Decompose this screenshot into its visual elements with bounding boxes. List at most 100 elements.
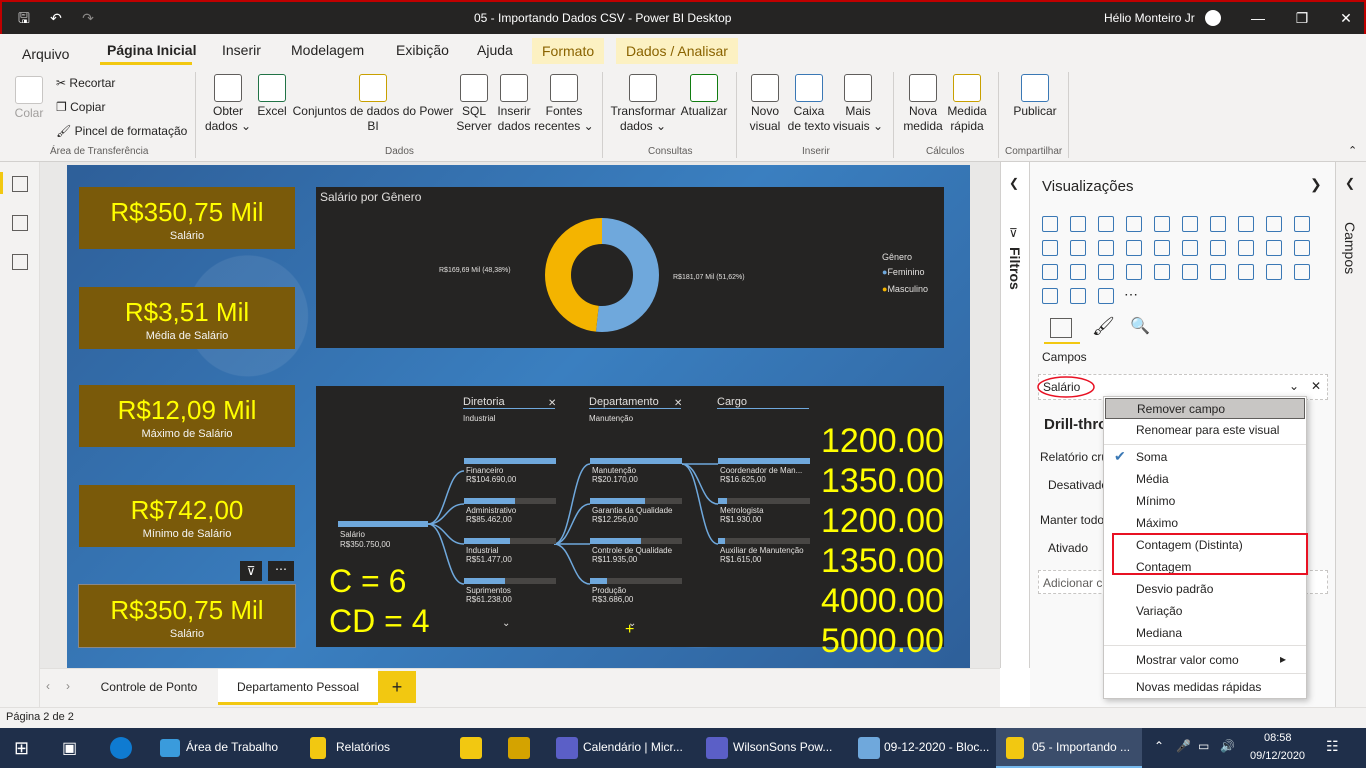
waterfall-icon[interactable] xyxy=(1098,240,1114,256)
legend-item-masculino[interactable]: ●Masculino xyxy=(882,284,928,294)
menu-item-quick-measures[interactable]: Novas medidas rápidas xyxy=(1136,680,1261,694)
file-explorer-icon[interactable] xyxy=(460,737,482,759)
line-icon[interactable] xyxy=(1210,216,1226,232)
new-visual-button[interactable]: Novo visual xyxy=(744,74,786,134)
more-options-icon[interactable]: ⋯ xyxy=(268,561,294,581)
line-clustered-icon[interactable] xyxy=(1042,240,1058,256)
menu-item-aggregation[interactable]: Soma xyxy=(1136,450,1167,464)
tree-node-name[interactable]: Manutenção xyxy=(592,466,636,475)
kpi-icon[interactable] xyxy=(1126,264,1142,280)
tree-node-name[interactable]: Coordenador de Man... xyxy=(720,466,802,475)
excel-button[interactable]: Excel xyxy=(256,74,288,119)
minimize-icon[interactable]: — xyxy=(1250,10,1266,26)
task-view-icon[interactable]: ▣ xyxy=(62,738,77,758)
tree-node-name[interactable]: Industrial xyxy=(466,546,498,555)
clock-date[interactable]: 09/12/2020 xyxy=(1250,750,1305,762)
format-painter-button[interactable]: 🖌 Pincel de formatação xyxy=(56,124,187,138)
area-icon[interactable] xyxy=(1238,216,1254,232)
fields-tab-icon[interactable] xyxy=(1050,318,1072,338)
qa-icon[interactable] xyxy=(1070,288,1086,304)
r-visual-icon[interactable] xyxy=(1238,264,1254,280)
undo-icon[interactable]: ↶ xyxy=(48,10,64,26)
avatar[interactable] xyxy=(1205,10,1221,26)
collapse-ribbon-icon[interactable]: ⌃ xyxy=(1348,144,1357,157)
tree-col3-header[interactable]: Cargo xyxy=(717,396,809,409)
new-measure-button[interactable]: Nova medida xyxy=(900,74,946,134)
tree-node-name[interactable]: Metrologista xyxy=(720,506,764,515)
chevron-down-icon[interactable]: ⌄ xyxy=(1289,379,1299,393)
100-bar-icon[interactable] xyxy=(1154,216,1170,232)
multi-row-card-icon[interactable] xyxy=(1098,264,1114,280)
menu-item-aggregation[interactable]: Desvio padrão xyxy=(1136,582,1213,596)
donut-chart-panel[interactable]: Salário por Gênero R$169,69 Mil (48,38%)… xyxy=(316,187,944,348)
windows-start-icon[interactable]: ⊞ xyxy=(14,738,29,759)
remove-icon[interactable]: ✕ xyxy=(1311,379,1321,393)
enter-data-button[interactable]: Inserir dados xyxy=(494,74,534,134)
chevron-up-icon[interactable]: ⌃ xyxy=(1154,739,1164,753)
edge-icon[interactable] xyxy=(110,737,132,759)
smart-narrative-icon[interactable] xyxy=(1098,288,1114,304)
clustered-column-icon[interactable] xyxy=(1126,216,1142,232)
taskbar-item-wilsonsons[interactable]: WilsonSons Pow... xyxy=(733,740,832,754)
filters-label[interactable]: Filtros xyxy=(1007,247,1023,290)
chevron-down-icon[interactable]: ⌄ xyxy=(502,618,510,629)
chevron-right-icon[interactable]: › xyxy=(66,679,70,693)
chevron-left-icon[interactable]: ‹ xyxy=(46,679,50,693)
stacked-bar-icon[interactable] xyxy=(1042,216,1058,232)
tab-pagina-inicial[interactable]: Página Inicial xyxy=(107,42,196,58)
menu-item-rename[interactable]: Renomear para este visual xyxy=(1136,423,1279,437)
tools-icon[interactable] xyxy=(508,737,530,759)
menu-item-aggregation[interactable]: Máximo xyxy=(1136,516,1178,530)
tree-node-name[interactable]: Financeiro xyxy=(466,466,503,475)
disabled-label[interactable]: Desativado xyxy=(1048,478,1108,492)
menu-item-remove-field[interactable]: Remover campo xyxy=(1105,398,1305,419)
filled-map-icon[interactable] xyxy=(1294,240,1310,256)
menu-item-show-value-as[interactable]: Mostrar valor como xyxy=(1136,653,1239,667)
quick-measure-button[interactable]: Medida rápida xyxy=(946,74,988,134)
stacked-area-icon[interactable] xyxy=(1266,216,1282,232)
taskbar-item-bloco[interactable]: 09-12-2020 - Bloc... xyxy=(884,740,989,754)
tab-modelagem[interactable]: Modelagem xyxy=(291,42,364,58)
chevron-left-icon[interactable]: ❮ xyxy=(1345,176,1355,190)
taskbar-item-relatorios[interactable]: Relatórios xyxy=(336,740,390,754)
filters-pane[interactable]: ❮ ⊽ Filtros xyxy=(1000,162,1030,668)
refresh-button[interactable]: Atualizar xyxy=(678,74,730,119)
redo-icon[interactable]: ↷ xyxy=(80,10,96,26)
network-icon[interactable]: ▭ xyxy=(1198,739,1209,753)
python-visual-icon[interactable] xyxy=(1266,264,1282,280)
model-view-icon[interactable] xyxy=(12,254,28,270)
get-data-button[interactable]: Obter dados ⌄ xyxy=(202,74,254,134)
transform-data-button[interactable]: Transformar dados ⌄ xyxy=(610,74,676,134)
powerbi-datasets-button[interactable]: Conjuntos de dados do Power BI xyxy=(290,74,456,134)
menu-item-aggregation[interactable]: Média xyxy=(1136,472,1169,486)
clock-time[interactable]: 08:58 xyxy=(1264,732,1292,744)
scatter-icon[interactable] xyxy=(1154,240,1170,256)
pie-icon[interactable] xyxy=(1182,240,1198,256)
paste-button[interactable]: Colar xyxy=(12,76,46,121)
microphone-icon[interactable]: 🎤 xyxy=(1176,739,1191,753)
matrix-icon[interactable] xyxy=(1210,264,1226,280)
close-icon[interactable]: ✕ xyxy=(1338,10,1354,26)
card-icon[interactable] xyxy=(1070,264,1086,280)
card-salario-selected[interactable]: R$350,75 Mil Salário xyxy=(78,584,296,648)
gauge-icon[interactable] xyxy=(1042,264,1058,280)
user-name[interactable]: Hélio Monteiro Jr xyxy=(1104,11,1195,25)
publish-button[interactable]: Publicar xyxy=(1010,74,1060,119)
card-salario[interactable]: R$350,75 Mil Salário xyxy=(79,187,295,249)
tree-col2-header[interactable]: Departamento xyxy=(589,396,681,409)
taskbar-item-calendario[interactable]: Calendário | Micr... xyxy=(583,740,683,754)
filter-icon[interactable]: ⊽ xyxy=(240,561,262,581)
save-icon[interactable]: 🖫 xyxy=(16,10,32,26)
map-icon[interactable] xyxy=(1266,240,1282,256)
close-icon[interactable]: ✕ xyxy=(674,398,682,409)
recent-sources-button[interactable]: Fontes recentes ⌄ xyxy=(534,74,594,134)
tree-node-name[interactable]: Administrativo xyxy=(466,506,516,515)
tab-dados-analisar[interactable]: Dados / Analisar xyxy=(616,38,738,64)
tab-formato[interactable]: Formato xyxy=(532,38,605,64)
textbox-button[interactable]: Caixa de texto xyxy=(786,74,832,134)
tree-col1-header[interactable]: Diretoria xyxy=(463,396,555,409)
notifications-icon[interactable]: ☷ xyxy=(1326,738,1339,755)
tree-node-name[interactable]: Controle de Qualidade xyxy=(592,546,672,555)
page-tab-departamento-pessoal[interactable]: Departamento Pessoal xyxy=(218,669,378,705)
card-maximo-salario[interactable]: R$12,09 Mil Máximo de Salário xyxy=(79,385,295,447)
